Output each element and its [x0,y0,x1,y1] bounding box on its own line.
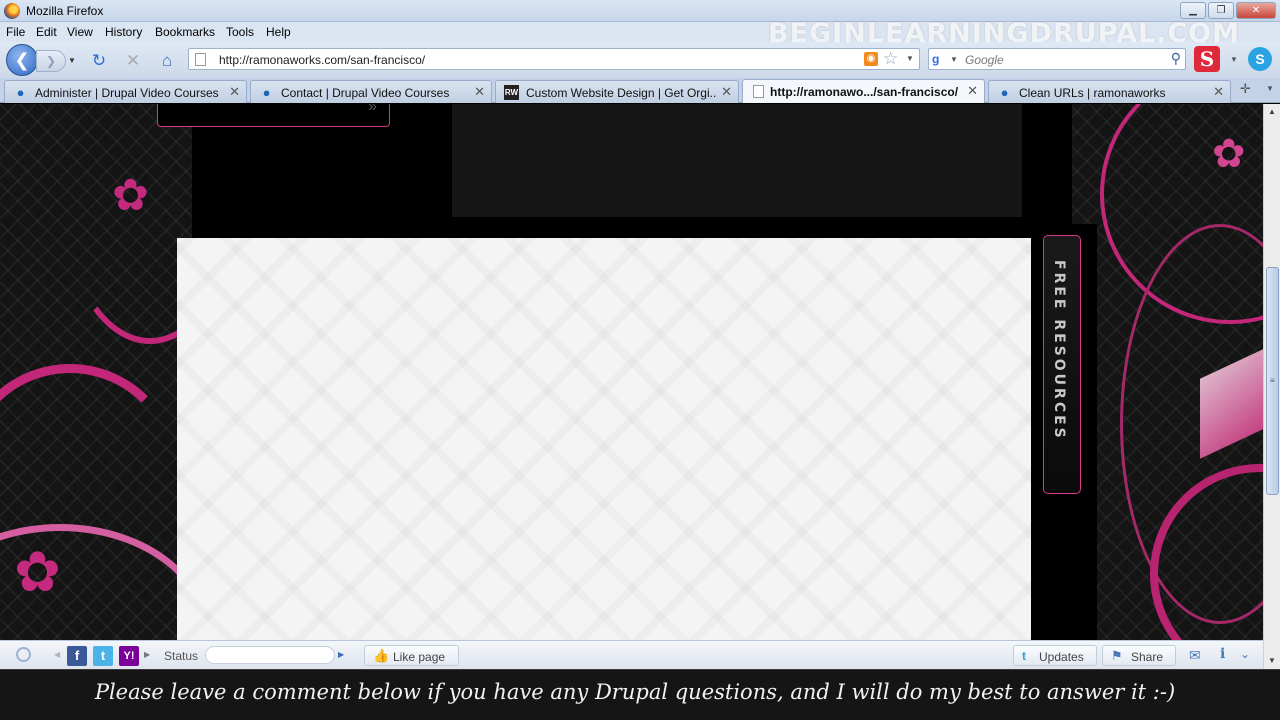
drupal-icon: ● [16,85,25,100]
info-icon[interactable]: i [1220,646,1225,662]
rw-icon: RW [504,85,519,100]
back-button[interactable]: ❮ [6,44,38,76]
scroll-left-icon[interactable]: ◀ [54,650,60,659]
globe-icon[interactable] [16,647,31,662]
forward-button[interactable]: ❯ [36,50,66,72]
vertical-scrollbar[interactable]: ▲ ≡ ▼ [1263,104,1280,669]
header-panel [452,104,1022,217]
firefox-logo-icon [4,3,20,19]
window-title: Mozilla Firefox [26,4,104,18]
url-dropdown-icon[interactable]: ▼ [906,54,914,63]
addon-dropdown-icon[interactable]: ▼ [1230,55,1238,64]
share-label: Share [1131,650,1164,664]
history-dropdown-icon[interactable]: ▼ [68,56,76,65]
flower-decoration: ✿ [14,540,61,603]
caption-bar: Please leave a comment below if you have… [0,669,1280,720]
caption-text: Please leave a comment below if you have… [94,680,1176,704]
scroll-down-arrow-icon[interactable]: ▼ [1264,653,1280,669]
menu-file[interactable]: File [6,25,25,39]
share-button[interactable]: ⚑ Share [1102,645,1176,666]
status-submit-icon[interactable]: ▶ [338,650,344,659]
like-page-button[interactable]: 👍 Like page [364,645,459,666]
updates-button[interactable]: t Updates [1013,645,1097,666]
drupal-icon: ● [1000,85,1009,100]
mail-icon[interactable]: ✉ [1189,647,1201,664]
tab-list-icon[interactable]: ▼ [1266,84,1274,93]
status-input[interactable] [205,646,335,664]
scroll-grip-icon: ≡ [1270,376,1275,385]
menu-tools[interactable]: Tools [226,25,254,39]
tab-administer[interactable]: ● Administer | Drupal Video Courses ✕ [4,80,247,103]
scrollbar-thumb[interactable]: ≡ [1266,267,1279,495]
menu-history[interactable]: History [105,25,142,39]
close-tab-icon[interactable]: ✕ [967,83,978,99]
home-icon[interactable]: ⌂ [157,51,177,71]
tab-label: Administer | Drupal Video Courses [35,86,219,100]
scroll-right-icon[interactable]: ▶ [144,650,150,659]
like-page-label: Like page [393,650,446,664]
flower-decoration: ✿ [112,171,149,220]
close-tab-icon[interactable]: ✕ [721,84,732,100]
tab-san-francisco[interactable]: http://ramonawo.../san-francisco/ ✕ [742,79,985,103]
window-controls: ▁ ❐ ✕ [1180,2,1276,19]
tab-contact[interactable]: ● Contact | Drupal Video Courses ✕ [250,80,492,103]
url-bar[interactable]: http://ramonaworks.com/san-francisco/ [188,48,920,70]
free-resources-tab[interactable]: FREE RESOURCES [1043,235,1081,494]
collapse-icon[interactable]: ⌄ [1240,647,1250,661]
addon-toolbar: ◀ f t Y! ▶ Status ▶ 👍 Like page t Update… [0,640,1263,669]
updates-label: Updates [1039,650,1084,664]
tab-bar: ● Administer | Drupal Video Courses ✕ ● … [0,78,1280,103]
stop-icon[interactable]: ✕ [123,51,143,71]
s-addon-icon[interactable]: S [1194,46,1220,72]
close-window-button[interactable]: ✕ [1236,2,1276,19]
navigation-box[interactable]: » [157,104,390,127]
url-text[interactable]: http://ramonaworks.com/san-francisco/ [219,53,425,67]
free-resources-label: FREE RESOURCES [1051,260,1067,441]
tab-label: Contact | Drupal Video Courses [281,86,450,100]
twitter-updates-icon: t [1022,649,1026,663]
reload-icon[interactable]: ↻ [89,51,109,71]
close-tab-icon[interactable]: ✕ [229,84,240,100]
tab-label: Clean URLs | ramonaworks [1019,86,1166,100]
twitter-icon[interactable]: t [93,646,113,666]
flower-decoration: ✿ [1212,132,1246,176]
tab-clean-urls[interactable]: ● Clean URLs | ramonaworks ✕ [988,80,1231,103]
search-engine-dropdown-icon[interactable]: ▼ [950,55,958,64]
drupal-icon: ● [262,85,271,100]
main-content-panel [177,238,1031,640]
minimize-button[interactable]: ▁ [1180,2,1206,19]
close-tab-icon[interactable]: ✕ [474,84,485,100]
restore-button[interactable]: ❐ [1208,2,1234,19]
facebook-icon[interactable]: f [67,646,87,666]
skype-icon[interactable]: S [1248,47,1272,71]
tab-label: http://ramonawo.../san-francisco/ [770,85,959,99]
tab-label: Custom Website Design | Get Orgi... [526,86,716,100]
scroll-up-arrow-icon[interactable]: ▲ [1264,104,1280,120]
search-input[interactable]: Google [965,53,1004,67]
search-icon[interactable]: ⚲ [1171,50,1181,67]
double-chevron-icon: » [368,104,377,115]
rss-feed-icon[interactable]: ◉ [864,52,878,66]
google-icon[interactable]: g [932,52,946,66]
blank-page-icon [753,85,764,98]
menu-view[interactable]: View [67,25,93,39]
thumbs-up-icon: 👍 [373,648,390,663]
menu-help[interactable]: Help [266,25,291,39]
status-label: Status [164,649,199,663]
share-icon: ⚑ [1111,648,1123,663]
page-viewport: ✿ ✿ ✿ » FREE RESOURCES [0,104,1263,640]
close-tab-icon[interactable]: ✕ [1213,84,1224,100]
tab-custom-website-design[interactable]: RW Custom Website Design | Get Orgi... ✕ [495,80,739,103]
new-tab-icon[interactable]: ✛ [1240,81,1251,97]
bookmark-star-icon[interactable]: ☆ [883,49,898,69]
menu-edit[interactable]: Edit [36,25,57,39]
menu-bookmarks[interactable]: Bookmarks [155,25,215,39]
page-icon [195,53,206,66]
search-bar[interactable]: g ▼ Google ⚲ [928,48,1186,70]
yahoo-icon[interactable]: Y! [119,646,139,666]
